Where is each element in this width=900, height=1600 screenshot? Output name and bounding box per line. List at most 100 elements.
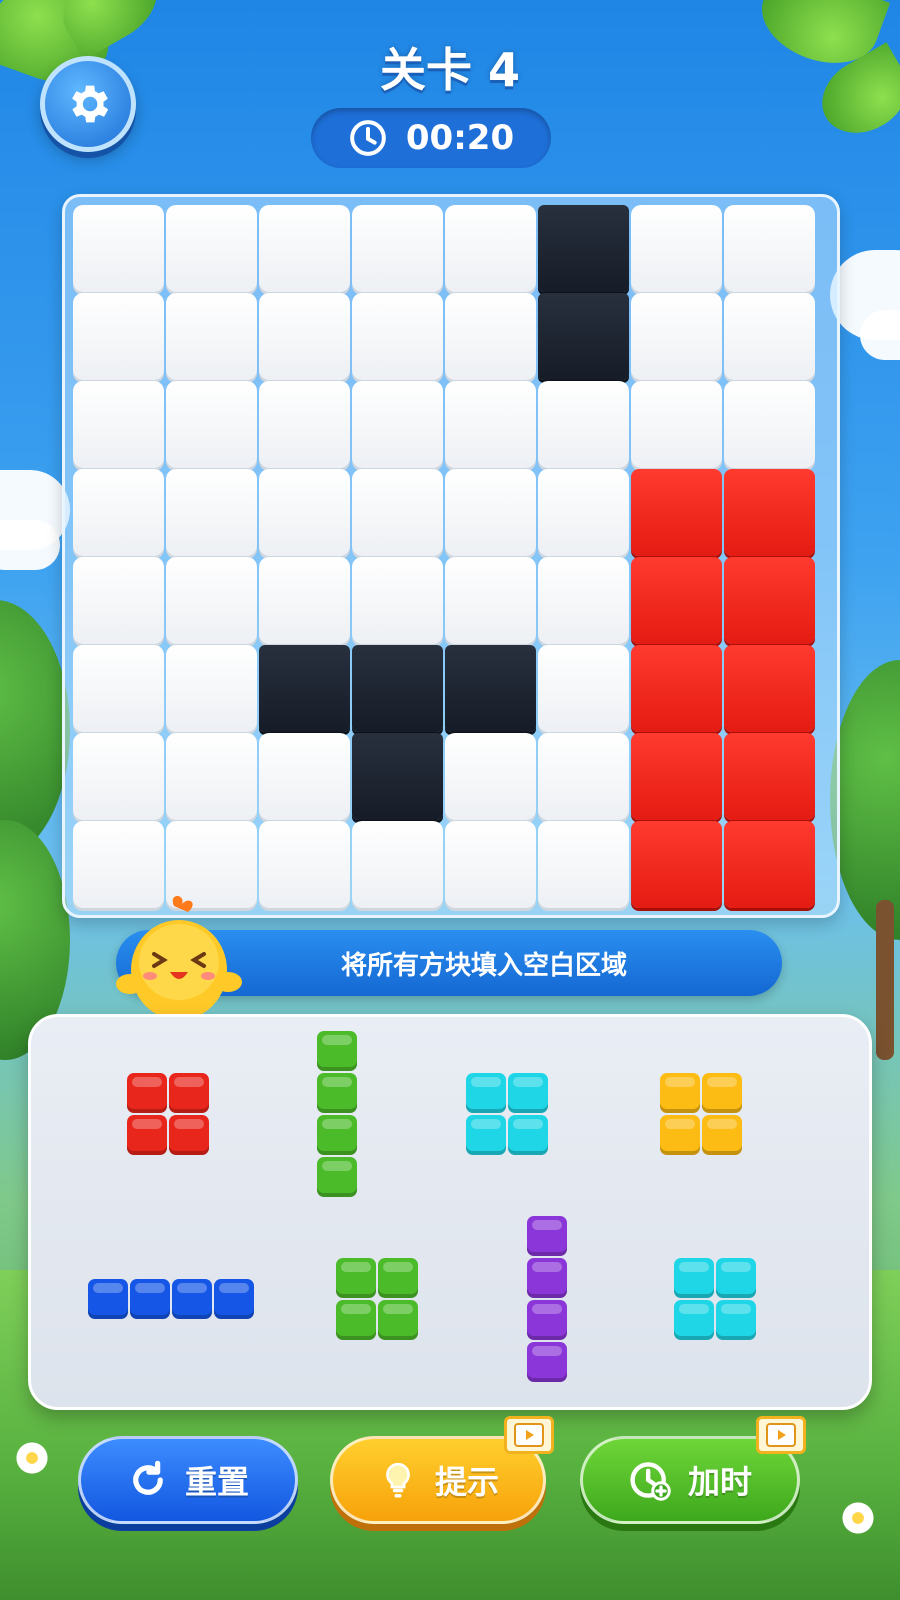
board-cell-empty[interactable] <box>445 205 536 292</box>
board-cell-filled-red[interactable] <box>631 469 722 556</box>
piece-block <box>674 1300 714 1340</box>
board-cell-empty[interactable] <box>73 205 164 292</box>
board-cell-filled-red[interactable] <box>724 821 815 908</box>
board-cell-filled-red[interactable] <box>724 733 815 820</box>
board-cell-filled-black[interactable] <box>538 293 629 380</box>
board-cell-empty[interactable] <box>259 557 350 644</box>
board-cell-empty[interactable] <box>166 293 257 380</box>
piece-block <box>660 1073 700 1113</box>
piece-block <box>508 1073 548 1113</box>
board-cell-filled-black[interactable] <box>445 645 536 732</box>
cyan-square-piece-2[interactable] <box>674 1258 756 1340</box>
green-vertical-piece[interactable] <box>317 1031 357 1197</box>
board-cell-empty[interactable] <box>259 293 350 380</box>
board-cell-filled-red[interactable] <box>631 733 722 820</box>
board-cell-filled-red[interactable] <box>724 645 815 732</box>
board-cell-empty[interactable] <box>445 293 536 380</box>
video-icon <box>514 1423 544 1447</box>
piece-block <box>527 1258 567 1298</box>
piece-block <box>169 1073 209 1113</box>
board-cell-empty[interactable] <box>166 557 257 644</box>
add-time-label: 加时 <box>687 1463 752 1501</box>
piece-block <box>317 1073 357 1113</box>
board-cell-empty[interactable] <box>73 381 164 468</box>
board-cell-empty[interactable] <box>445 733 536 820</box>
board-cell-empty[interactable] <box>259 733 350 820</box>
board-cell-empty[interactable] <box>352 469 443 556</box>
board-cell-empty[interactable] <box>538 557 629 644</box>
refresh-icon <box>133 1460 163 1495</box>
board-cell-empty[interactable] <box>631 205 722 292</box>
board-cell-empty[interactable] <box>352 293 443 380</box>
timer-text: 00:20 <box>405 118 515 158</box>
board-cell-empty[interactable] <box>166 645 257 732</box>
board-cell-filled-red[interactable] <box>724 469 815 556</box>
video-icon <box>766 1423 796 1447</box>
board-cell-empty[interactable] <box>259 205 350 292</box>
board-cell-empty[interactable] <box>259 381 350 468</box>
board-cell-empty[interactable] <box>631 381 722 468</box>
board-cell-empty[interactable] <box>166 205 257 292</box>
board-cell-filled-black[interactable] <box>259 645 350 732</box>
board-cell-empty[interactable] <box>73 557 164 644</box>
board-cell-filled-black[interactable] <box>538 205 629 292</box>
reset-label: 重置 <box>184 1463 249 1501</box>
board-cell-empty[interactable] <box>724 205 815 292</box>
board-cell-empty[interactable] <box>631 293 722 380</box>
board-cell-empty[interactable] <box>73 469 164 556</box>
board-cell-empty[interactable] <box>73 645 164 732</box>
piece-block <box>702 1115 742 1155</box>
board-cell-empty[interactable] <box>259 821 350 908</box>
board-cell-empty[interactable] <box>73 293 164 380</box>
purple-vertical-piece[interactable] <box>527 1216 567 1382</box>
board-cell-empty[interactable] <box>352 557 443 644</box>
board-cell-empty[interactable] <box>352 205 443 292</box>
piece-block <box>127 1073 167 1113</box>
board-cell-empty[interactable] <box>73 733 164 820</box>
cloud <box>860 310 900 360</box>
board-cell-empty[interactable] <box>445 557 536 644</box>
board-cell-filled-black[interactable] <box>352 645 443 732</box>
level-title: 关卡 4 <box>379 43 521 97</box>
piece-block <box>317 1115 357 1155</box>
piece-block <box>88 1279 128 1319</box>
board-cell-empty[interactable] <box>724 381 815 468</box>
board-cell-filled-red[interactable] <box>631 821 722 908</box>
flower <box>14 1440 50 1476</box>
board-cell-empty[interactable] <box>538 645 629 732</box>
board-cell-empty[interactable] <box>538 469 629 556</box>
board-cell-empty[interactable] <box>724 293 815 380</box>
board-cell-empty[interactable] <box>445 821 536 908</box>
board-cell-empty[interactable] <box>445 381 536 468</box>
reset-button[interactable]: 重置 <box>78 1436 298 1524</box>
board-cell-filled-black[interactable] <box>352 733 443 820</box>
board-cell-empty[interactable] <box>538 381 629 468</box>
chick-mascot-icon <box>116 896 242 1024</box>
board-cell-empty[interactable] <box>352 821 443 908</box>
piece-block <box>172 1279 212 1319</box>
blue-horizontal-piece[interactable] <box>88 1279 254 1319</box>
green-square-piece[interactable] <box>336 1258 418 1340</box>
yellow-square-piece[interactable] <box>660 1073 742 1155</box>
piece-block <box>214 1279 254 1319</box>
board-cell-empty[interactable] <box>352 381 443 468</box>
piece-block <box>527 1300 567 1340</box>
puzzle-board[interactable] <box>62 194 840 918</box>
board-cell-empty[interactable] <box>538 733 629 820</box>
board-cell-empty[interactable] <box>259 469 350 556</box>
cloud <box>0 520 60 570</box>
piece-block <box>466 1073 506 1113</box>
board-cell-filled-red[interactable] <box>724 557 815 644</box>
red-square-piece[interactable] <box>127 1073 209 1155</box>
board-cell-empty[interactable] <box>166 469 257 556</box>
board-cell-empty[interactable] <box>445 469 536 556</box>
piece-block <box>527 1216 567 1256</box>
board-cell-empty[interactable] <box>166 381 257 468</box>
piece-block <box>716 1300 756 1340</box>
board-cell-empty[interactable] <box>538 821 629 908</box>
board-cell-empty[interactable] <box>166 733 257 820</box>
board-cell-filled-red[interactable] <box>631 645 722 732</box>
board-cell-filled-red[interactable] <box>631 557 722 644</box>
piece-block <box>508 1115 548 1155</box>
cyan-square-piece[interactable] <box>466 1073 548 1155</box>
